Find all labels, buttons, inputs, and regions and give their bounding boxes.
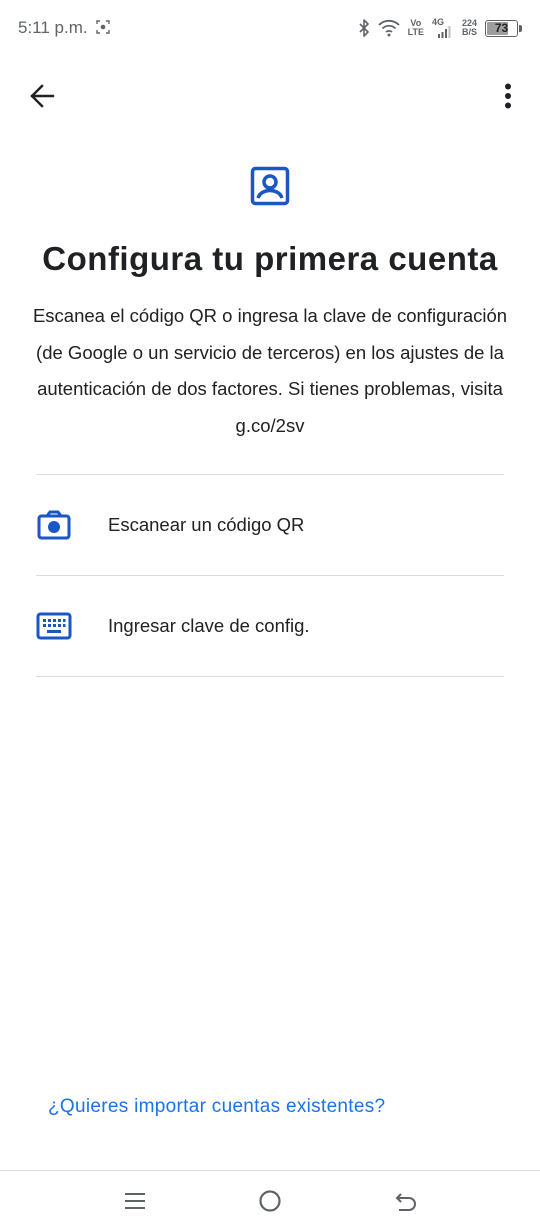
navigation-bar <box>0 1170 540 1230</box>
bluetooth-icon <box>359 19 369 37</box>
nav-menu-button[interactable] <box>119 1185 151 1217</box>
nav-back-button[interactable] <box>390 1185 422 1217</box>
screenshot-icon <box>96 20 110 34</box>
back-button[interactable] <box>24 78 60 114</box>
enter-key-label: Ingresar clave de config. <box>108 615 310 636</box>
signal-icon <box>437 26 451 38</box>
import-accounts-link[interactable]: ¿Quieres importar cuentas existentes? <box>48 1096 385 1118</box>
more-options-button[interactable] <box>490 78 526 114</box>
account-box-icon <box>250 166 290 206</box>
speed-unit: B/S <box>461 27 477 37</box>
status-icons: Vo LTE 4G 224 B/S 73 <box>358 15 522 41</box>
volte-bottom: LTE <box>407 27 424 37</box>
enter-key-option[interactable]: Ingresar clave de config. <box>0 576 540 676</box>
battery-icon: 73 <box>485 19 522 37</box>
network-indicator: 4G <box>432 18 454 38</box>
nav-back-icon <box>395 1193 416 1211</box>
page-description: Escanea el código QR o ingresa la clave … <box>32 305 508 436</box>
divider <box>36 676 504 677</box>
wifi-icon <box>377 19 400 37</box>
network-speed: 224 B/S <box>462 19 477 37</box>
home-circle-icon <box>259 1190 281 1212</box>
more-vert-icon <box>505 83 511 109</box>
nav-home-button[interactable] <box>254 1185 286 1217</box>
keyboard-icon <box>36 608 72 644</box>
scan-qr-label: Escanear un código QR <box>108 514 305 535</box>
page-title: Configura tu primera cuenta <box>42 240 498 277</box>
scan-qr-option[interactable]: Escanear un código QR <box>0 475 540 575</box>
camera-icon <box>36 507 72 543</box>
menu-icon <box>125 1193 145 1209</box>
status-time: 5:11 p.m. <box>18 18 88 37</box>
volte-indicator: Vo LTE <box>408 19 424 37</box>
arrow-left-icon <box>30 84 55 108</box>
battery-level: 73 <box>494 21 509 35</box>
status-bar: 5:11 p.m. Vo LTE 4G 224 B/S 73 <box>0 0 540 56</box>
